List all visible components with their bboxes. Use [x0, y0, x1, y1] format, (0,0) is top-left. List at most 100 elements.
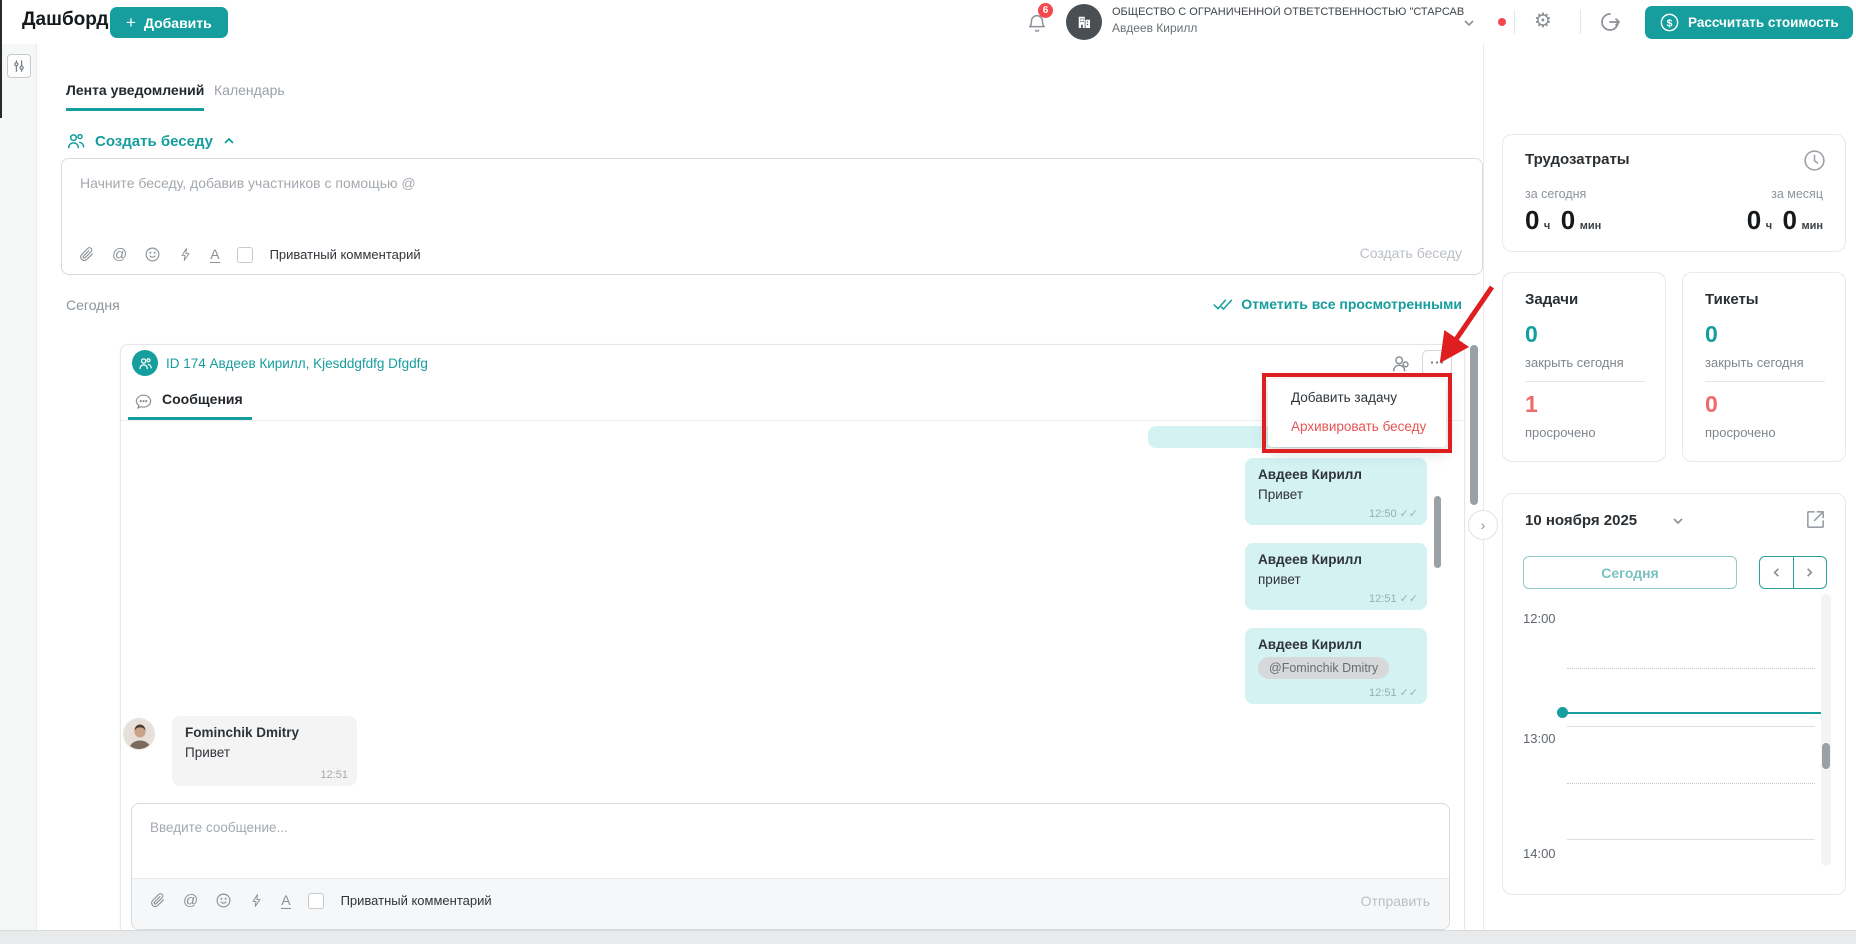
message-composer-toolbar: @ A Приватный комментарий — [132, 878, 1449, 929]
calendar-card: 10 ноября 2025 Сегодня 12:00 13:00 14:00 — [1502, 493, 1846, 895]
message-text: Привет — [185, 745, 344, 760]
mention-chip[interactable]: @Fominchik Dmitry — [1258, 657, 1389, 679]
conversation-input[interactable]: Начните беседу, добавив участников с пом… — [80, 175, 416, 191]
messages-bubble-icon — [134, 392, 153, 411]
add-button[interactable]: + Добавить — [110, 7, 228, 38]
dashboard-settings-button[interactable] — [7, 54, 31, 78]
message-time: 12:51 — [1369, 593, 1397, 605]
attach-paperclip-icon[interactable] — [78, 246, 95, 263]
today-button[interactable]: Сегодня — [1523, 556, 1737, 589]
half-hour-gridline — [1567, 783, 1815, 784]
labor-month-value: 0 ч 0 мин — [1747, 205, 1823, 236]
format-text-icon[interactable]: A — [281, 893, 290, 909]
timeline-scrollbar-track — [1821, 594, 1831, 866]
divider — [1525, 381, 1645, 382]
account-chevron-down-icon[interactable] — [1462, 16, 1476, 30]
tickets-overdue-label: просрочено — [1705, 425, 1776, 440]
calendar-date-selector[interactable]: 10 ноября 2025 — [1525, 512, 1637, 529]
left-rail — [0, 44, 37, 944]
tasks-close-today-label: закрыть сегодня — [1525, 355, 1624, 370]
mark-all-read-link[interactable]: Отметить все просмотренными — [1190, 296, 1462, 312]
participants-icon[interactable] — [1390, 352, 1412, 374]
half-hour-gridline — [1567, 668, 1815, 669]
quick-action-lightning-icon[interactable] — [178, 247, 193, 262]
plus-icon: + — [126, 13, 136, 33]
conversation-more-button[interactable]: ⋯ — [1422, 350, 1452, 376]
private-comment-checkbox[interactable] — [308, 893, 324, 909]
current-time-line — [1561, 712, 1821, 714]
chevron-down-icon[interactable] — [1671, 514, 1685, 528]
header-divider — [1580, 10, 1581, 34]
emoji-smiley-icon[interactable] — [144, 246, 161, 263]
quick-action-lightning-icon[interactable] — [249, 893, 264, 908]
send-button[interactable]: Отправить — [1330, 893, 1430, 909]
top-header: Дашборд + Добавить 6 ОБЩЕСТВО С ОГРАНИЧЕ… — [0, 0, 1856, 44]
attach-paperclip-icon[interactable] — [149, 892, 166, 909]
emoji-smiley-icon[interactable] — [215, 892, 232, 909]
tasks-close-today-value[interactable]: 0 — [1525, 321, 1538, 348]
message-bubble: Fominchik Dmitry Привет 12:51 — [172, 716, 357, 786]
mention-at-icon[interactable]: @ — [112, 246, 127, 263]
user-photo-avatar — [123, 718, 155, 750]
prev-day-button[interactable] — [1760, 557, 1794, 588]
menu-item-archive-conversation[interactable]: Архивировать беседу — [1291, 419, 1426, 434]
settings-gear-icon[interactable]: ⚙ — [1534, 8, 1552, 33]
tasks-overdue-value[interactable]: 1 — [1525, 391, 1538, 418]
format-text-icon[interactable]: A — [210, 247, 219, 263]
timeline-scrollbar[interactable] — [1822, 743, 1830, 769]
company-avatar[interactable] — [1066, 4, 1102, 40]
create-conversation-submit[interactable]: Создать беседу — [1360, 245, 1462, 261]
calculate-cost-button[interactable]: $ Рассчитать стоимость — [1645, 6, 1853, 39]
labor-month-label: за месяц — [1771, 187, 1823, 201]
conversation-title[interactable]: ID 174 Авдеев Кирилл, Kjesddgfdfg Dfgdfg — [166, 356, 428, 371]
open-calendar-external-icon[interactable] — [1804, 508, 1827, 531]
composer-toolbar: @ A Приватный комментарий — [78, 246, 421, 263]
message-input[interactable]: Введите сообщение... — [150, 820, 288, 835]
divider — [1705, 381, 1825, 382]
calendar-nav — [1759, 556, 1827, 589]
tasks-overdue-label: просрочено — [1525, 425, 1596, 440]
add-button-label: Добавить — [144, 15, 212, 31]
dollar-circle-icon: $ — [1659, 12, 1680, 33]
window-edge — [0, 0, 2, 118]
mention-at-icon[interactable]: @ — [183, 892, 198, 909]
message-time: 12:50 — [1369, 508, 1397, 520]
private-comment-checkbox[interactable] — [237, 247, 253, 263]
double-check-icon — [1213, 297, 1233, 312]
today-minutes: 0 — [1561, 205, 1575, 235]
notification-badge: 6 — [1038, 3, 1053, 18]
panel-divider — [1483, 44, 1484, 930]
tab-notification-feed[interactable]: Лента уведомлений — [66, 82, 204, 111]
conversation-context-menu: Добавить задачу Архивировать беседу — [1268, 379, 1446, 447]
today-hours: 0 — [1525, 205, 1539, 235]
labor-today-label: за сегодня — [1525, 187, 1586, 201]
refresh-icon[interactable] — [1598, 10, 1622, 34]
message-author: Fominchik Dmitry — [185, 725, 344, 740]
labor-card: Трудозатраты за сегодня 0 ч 0 мин за мес… — [1502, 134, 1846, 252]
feed-date-group: Сегодня — [66, 297, 120, 313]
people-icon — [138, 356, 153, 371]
company-name: ОБЩЕСТВО С ОГРАНИЧЕННОЙ ОТВЕТСТВЕННОСТЬЮ… — [1112, 6, 1464, 18]
message-time: 12:51 — [320, 769, 348, 781]
minutes-unit: мин — [1580, 220, 1602, 232]
feed-scrollbar[interactable] — [1470, 345, 1478, 505]
collapse-panel-button[interactable]: › — [1468, 510, 1498, 540]
tickets-card-title: Тикеты — [1705, 291, 1759, 308]
create-conversation-toggle[interactable]: Создать беседу — [66, 131, 236, 151]
chat-scrollbar[interactable] — [1434, 496, 1441, 568]
timeline-hour: 14:00 — [1523, 846, 1556, 861]
clock-icon — [1802, 148, 1827, 173]
building-icon — [1075, 13, 1093, 31]
month-hours: 0 — [1747, 205, 1761, 235]
tickets-overdue-value[interactable]: 0 — [1705, 391, 1718, 418]
menu-item-add-task[interactable]: Добавить задачу — [1291, 390, 1397, 405]
tabs-divider — [121, 420, 1464, 421]
tab-messages[interactable]: Сообщения — [162, 391, 243, 407]
tickets-close-today-value[interactable]: 0 — [1705, 321, 1718, 348]
people-icon — [66, 131, 86, 151]
tasks-card-title: Задачи — [1525, 291, 1578, 308]
message-time: 12:51 — [1369, 687, 1397, 699]
timeline-hour: 12:00 — [1523, 611, 1556, 626]
next-day-button[interactable] — [1794, 557, 1827, 588]
tab-calendar[interactable]: Календарь — [214, 82, 285, 98]
